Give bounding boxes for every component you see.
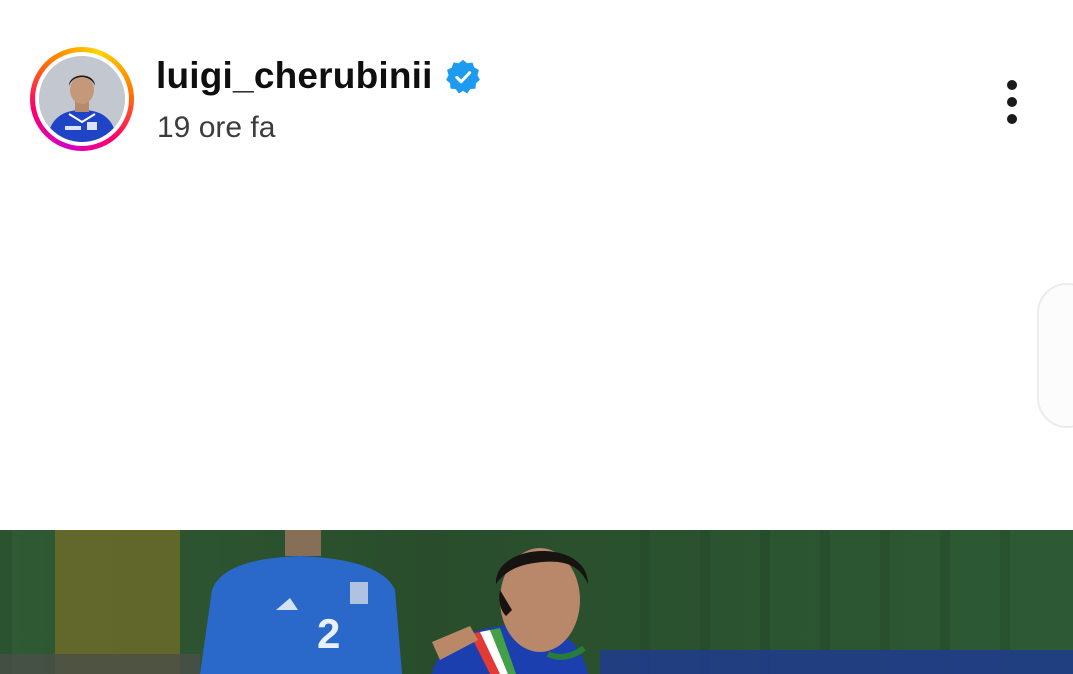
more-vertical-icon (1007, 80, 1017, 90)
more-vertical-icon-dot (1007, 114, 1017, 124)
more-options-button[interactable] (992, 74, 1032, 130)
story-ring[interactable] (30, 47, 134, 151)
avatar-image (39, 56, 125, 142)
more-vertical-icon-dot (1007, 97, 1017, 107)
verified-badge-icon (446, 59, 480, 94)
post-header: luigi_cherubinii 19 ore fa (0, 0, 1073, 170)
post-timestamp: 19 ore fa (157, 111, 276, 144)
post-image[interactable]: 2 (0, 530, 1073, 674)
side-panel-handle[interactable] (1037, 283, 1073, 428)
username[interactable]: luigi_cherubinii (156, 55, 433, 97)
avatar[interactable] (39, 56, 125, 142)
svg-text:2: 2 (317, 610, 340, 657)
post-photo: 2 (0, 530, 1073, 674)
